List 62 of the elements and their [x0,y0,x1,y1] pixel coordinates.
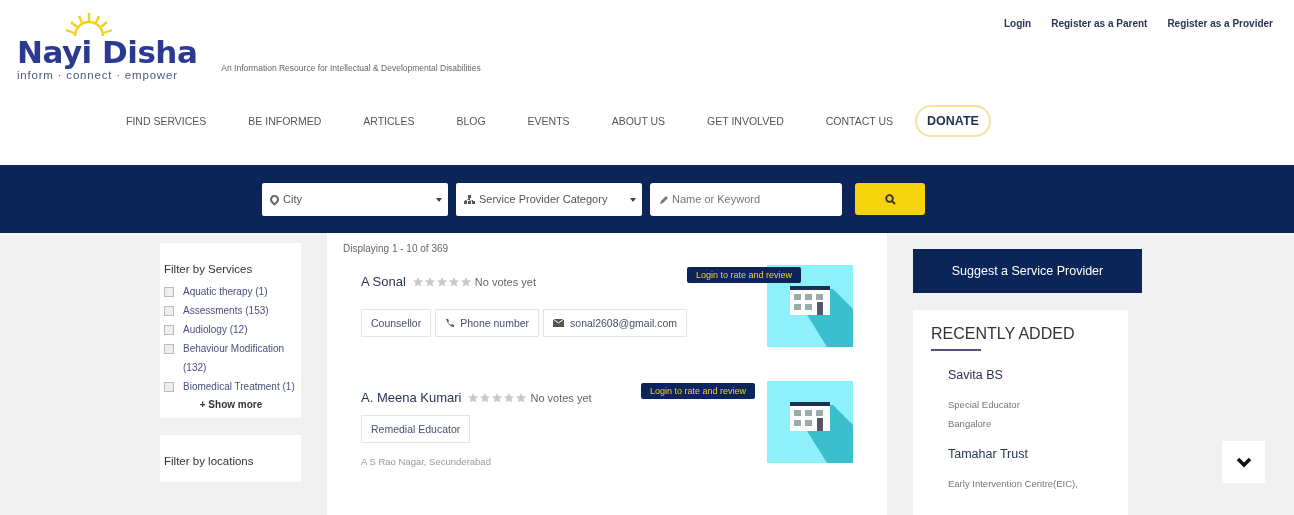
site-description: An Information Resource for Intellectual & Developmental Disabilities [221,63,481,73]
filter-option[interactable]: Biomedical Treatment (1) [183,377,295,396]
keyword-field[interactable]: Name or Keyword [650,182,842,216]
sun-icon [63,12,115,36]
filter-option[interactable]: Behaviour Modification (132) [183,339,298,377]
donate-button[interactable]: DONATE [915,105,991,137]
category-select[interactable]: Service Provider Category [456,182,642,216]
checkbox[interactable] [164,382,174,392]
filter-option[interactable]: Aquatic therapy (1) [183,282,268,301]
search-icon [884,193,896,205]
header-link[interactable]: Register as a Parent [1051,18,1148,29]
provider-name[interactable]: Tamahar Trust [948,447,1110,461]
search-button[interactable] [855,183,925,215]
filter-option[interactable]: Assessments (153) [183,301,269,320]
envelope-icon [553,319,565,327]
nav-link[interactable]: ARTICLES [363,115,415,127]
nav-link[interactable]: FIND SERVICES [126,115,207,127]
checkbox[interactable] [164,344,174,354]
checkbox[interactable] [164,325,174,335]
provider-name[interactable]: Savita BS [948,368,1110,382]
category-tag: Remedial Educator [361,415,471,443]
phone-icon [445,318,455,328]
city-select[interactable]: City [262,182,448,216]
section-title: RECENTLY ADDED [931,325,1075,351]
nav-link[interactable]: BLOG [456,115,486,127]
suggest-provider-button[interactable]: Suggest a Service Provider [913,249,1142,293]
email-tag[interactable]: sonal2608@gmail.com [543,309,688,337]
building-icon [767,265,853,347]
nav-link[interactable]: ABOUT US [611,115,666,127]
checkbox[interactable] [164,306,174,316]
filter-option[interactable]: Audiology (12) [183,320,248,339]
header-link[interactable]: Login [1004,18,1032,29]
building-icon [767,381,853,463]
provider-detail: Special Educator [948,398,1021,412]
category-tag: Counsellor [361,309,432,337]
checkbox[interactable] [164,287,174,297]
nav-link[interactable]: CONTACT US [825,115,894,127]
rate-review-button[interactable]: Login to rate and review [687,267,802,283]
provider-address: A S Rao Nagar, Secunderabad [361,456,492,467]
scroll-down-button[interactable] [1222,441,1265,483]
filter-title: Filter by locations [164,455,255,467]
nav-link[interactable]: EVENTS [527,115,570,127]
votes-text: No votes yet [530,391,592,404]
site-logo[interactable]: Nayi Disha inform · connect · empower [17,12,198,81]
rate-review-button[interactable]: Login to rate and review [641,383,756,399]
rating-stars[interactable] [468,392,527,403]
rating-stars[interactable] [412,276,471,287]
votes-text: No votes yet [474,275,536,288]
nav-link[interactable]: BE INFORMED [248,115,322,127]
show-more-link[interactable]: + Show more [164,399,298,410]
results-summary: Displaying 1 - 10 of 369 [343,243,450,254]
provider-name[interactable]: A Sonal [361,274,406,289]
header-link[interactable]: Register as a Provider [1167,18,1273,29]
provider-detail: Early Intervention Centre(EIC), [948,477,1079,491]
filter-title: Filter by Services [164,263,254,275]
sitemap-icon [464,194,475,204]
nav-link[interactable]: GET INVOLVED [707,115,784,127]
chevron-down-icon [1235,456,1252,468]
provider-detail: Bangalore [948,417,993,431]
provider-name[interactable]: A. Meena Kumari [361,390,462,405]
pencil-icon [659,194,669,205]
phone-tag[interactable]: Phone number [435,309,540,337]
